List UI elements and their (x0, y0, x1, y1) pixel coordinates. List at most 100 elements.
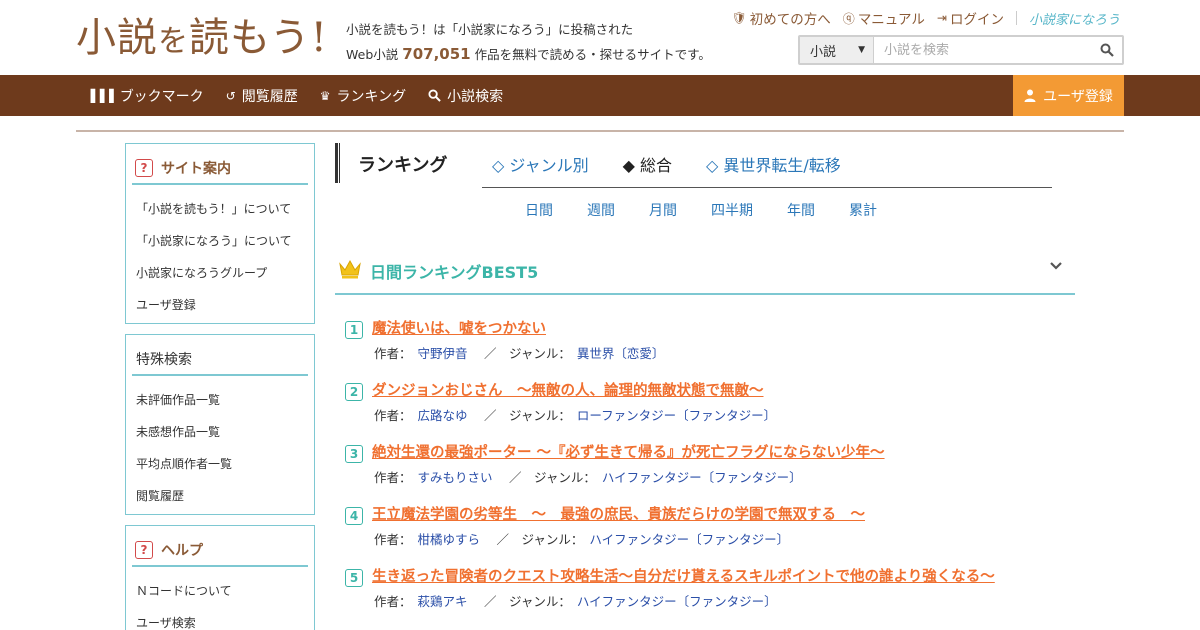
novel-title-link[interactable]: 生き返った冒険者のクエスト攻略生活～自分だけ貰えるスキルポイントで他の誰より強く… (372, 565, 995, 586)
period-total[interactable]: 累計 (849, 200, 877, 220)
register-button[interactable]: ユーザ登録 (1013, 75, 1124, 116)
site-header: 小説を読もう! 小説を読もう！は「小説家になろう」に投稿された Web小説 707… (0, 0, 1200, 75)
help-title-text: ヘルプ (161, 542, 203, 559)
special-search-title: 特殊検索 (132, 343, 308, 376)
tabs-divider (482, 187, 1052, 188)
narou-logo-link[interactable]: 小説家になろう (1029, 9, 1120, 28)
help-title: ? ヘルプ (132, 534, 308, 567)
novel-title-link[interactable]: 王立魔法学園の劣等生 ～ 最強の庶民、貴族だらけの学園で無双する ～ (372, 503, 865, 524)
period-weekly[interactable]: 週間 (587, 200, 615, 220)
genre-link[interactable]: ローファンタジー〔ファンタジー〕 (577, 408, 776, 423)
special-search-item[interactable]: 未評価作品一覧 (126, 384, 314, 416)
site-guide-title-text: サイト案内 (161, 160, 231, 177)
rank-number-badge: 1 (345, 321, 363, 339)
novel-meta: 作者： 柑橘ゆすら ／ ジャンル： ハイファンタジー〔ファンタジー〕 (374, 532, 790, 547)
genre-link[interactable]: ハイファンタジー〔ファンタジー〕 (589, 532, 789, 547)
manual-link[interactable]: ⓠ マニュアル (842, 8, 925, 29)
logo-text-main: 小説 (76, 15, 158, 61)
special-search-item[interactable]: 平均点順作者一覧 (126, 448, 314, 480)
nav-search-label: 小説検索 (447, 88, 504, 105)
tab-isekai[interactable]: ◇ 異世界転生/転移 (706, 152, 841, 176)
genre-label: ジャンル： (509, 408, 571, 423)
help-box: ? ヘルプ Ｎコードについて ユーザ検索 (125, 525, 315, 630)
novel-title-link[interactable]: ダンジョンおじさん ～無敵の人、論理的無敵状態で無敵～ (372, 379, 764, 400)
header-links: 🛡︎ 初めての方へ ⓠ マニュアル ⇥ ログイン 小説家になろう (732, 8, 1120, 28)
tab-overall[interactable]: ◆ 総合 (623, 152, 672, 176)
navbar-items: ▐▐▐ ブックマーク ↺ 閲覧履歴 ♛ ランキング 小説検索 (86, 75, 503, 116)
question-icon: ? (135, 158, 153, 177)
manual-label: マニュアル (857, 12, 925, 28)
site-logo[interactable]: 小説を読もう! (76, 14, 328, 66)
novel-title-link[interactable]: 絶対生還の最強ポーター ～『必ず生きて帰る』が死亡フラグにならない少年～ (372, 441, 885, 462)
ranking-entry: 3 絶対生還の最強ポーター ～『必ず生きて帰る』が死亡フラグにならない少年～ 作… (345, 439, 1085, 501)
genre-link[interactable]: 異世界〔恋愛〕 (577, 346, 665, 361)
question-icon: ? (135, 540, 153, 559)
rank-number-badge: 5 (345, 569, 363, 587)
nav-history[interactable]: ↺ 閲覧履歴 (226, 86, 298, 106)
genre-link[interactable]: ハイファンタジー〔ファンタジー〕 (577, 594, 777, 609)
period-yearly[interactable]: 年間 (787, 200, 815, 220)
history-icon: ↺ (225, 88, 236, 103)
divider (1015, 11, 1017, 25)
ranking-list: 1 魔法使いは、嘘をつかない 作者： 守野伊音 ／ ジャンル： 異世界〔恋愛〕 2 … (345, 315, 1085, 625)
site-guide-item[interactable]: 「小説を読もう！」について (126, 193, 314, 225)
genre-label: ジャンル： (509, 594, 571, 609)
novel-meta: 作者： すみもりさい ／ ジャンル： ハイファンタジー〔ファンタジー〕 (374, 470, 802, 485)
nav-bookmark-label: ブックマーク (119, 88, 204, 105)
main-navbar: ▐▐▐ ブックマーク ↺ 閲覧履歴 ♛ ランキング 小説検索 ユーザ登録 (0, 75, 1200, 116)
nav-bookmark[interactable]: ▐▐▐ ブックマーク (86, 86, 204, 106)
site-guide-item[interactable]: ユーザ登録 (126, 289, 314, 321)
author-label: 作者： (374, 594, 412, 609)
first-time-link[interactable]: 🛡︎ 初めての方へ (732, 8, 831, 28)
genre-label: ジャンル： (534, 470, 596, 485)
author-link[interactable]: 萩鶏アキ (418, 594, 468, 609)
heading-bar (335, 143, 338, 183)
login-label: ログイン (949, 12, 1004, 28)
special-search-item[interactable]: 未感想作品一覧 (126, 416, 314, 448)
crown-icon (339, 259, 361, 279)
author-link[interactable]: 広路なゆ (418, 408, 468, 423)
nav-ranking[interactable]: ♛ ランキング (320, 86, 406, 106)
novel-title-link[interactable]: 魔法使いは、嘘をつかない (372, 317, 546, 338)
search-input[interactable] (874, 37, 1092, 63)
help-item[interactable]: ユーザ検索 (126, 607, 314, 630)
chevron-down-icon[interactable] (1049, 261, 1063, 271)
search-icon (428, 89, 441, 102)
nav-search[interactable]: 小説検索 (428, 86, 503, 106)
nav-ranking-label: ランキング (336, 88, 407, 105)
special-search-item[interactable]: 閲覧履歴 (126, 480, 314, 512)
caret-down-icon: ▼ (858, 45, 865, 55)
site-guide-item[interactable]: 「小説家になろう」について (126, 225, 314, 257)
daily-best-header[interactable]: 日間ランキングBEST5 (335, 250, 1075, 295)
site-guide-item[interactable]: 小説家になろうグループ (126, 257, 314, 289)
author-link[interactable]: すみもりさい (418, 470, 493, 485)
tab-genre[interactable]: ◇ ジャンル別 (492, 152, 589, 176)
site-guide-box: ? サイト案内 「小説を読もう！」について 「小説家になろう」について 小説家に… (125, 143, 315, 324)
novel-meta: 作者： 守野伊音 ／ ジャンル： 異世界〔恋愛〕 (374, 346, 665, 361)
ranking-entry: 1 魔法使いは、嘘をつかない 作者： 守野伊音 ／ ジャンル： 異世界〔恋愛〕 (345, 315, 1085, 377)
ranking-entry: 4 王立魔法学園の劣等生 ～ 最強の庶民、貴族だらけの学園で無双する ～ 作者：… (345, 501, 1085, 563)
genre-label: ジャンル： (521, 532, 584, 547)
logo-text-small: を (158, 24, 189, 59)
period-links: 日間 週間 月間 四半期 年間 累計 (525, 200, 911, 220)
search-bar: 小説 ▼ (798, 35, 1124, 65)
rank-number-badge: 4 (345, 507, 363, 525)
tagline-prefix: Web小説 (346, 47, 399, 62)
question-circle-icon: ⓠ (842, 11, 855, 26)
author-link[interactable]: 守野伊音 (418, 346, 468, 361)
genre-link[interactable]: ハイファンタジー〔ファンタジー〕 (602, 470, 802, 485)
author-label: 作者： (374, 532, 412, 547)
login-link[interactable]: ⇥ ログイン (937, 8, 1004, 28)
period-daily[interactable]: 日間 (525, 200, 553, 220)
special-search-box: 特殊検索 未評価作品一覧 未感想作品一覧 平均点順作者一覧 閲覧履歴 (125, 334, 315, 515)
logo-text-rest: 読もう! (189, 15, 328, 61)
site-guide-title: ? サイト案内 (132, 152, 308, 185)
period-monthly[interactable]: 月間 (649, 200, 677, 220)
search-button[interactable] (1092, 37, 1122, 63)
search-type-select[interactable]: 小説 ▼ (800, 37, 874, 63)
author-link[interactable]: 柑橘ゆすら (418, 532, 481, 547)
help-item[interactable]: Ｎコードについて (126, 575, 314, 607)
period-quarterly[interactable]: 四半期 (711, 200, 753, 220)
books-icon: ▐▐▐ (86, 88, 114, 103)
novel-meta: 作者： 萩鶏アキ ／ ジャンル： ハイファンタジー〔ファンタジー〕 (374, 594, 777, 609)
